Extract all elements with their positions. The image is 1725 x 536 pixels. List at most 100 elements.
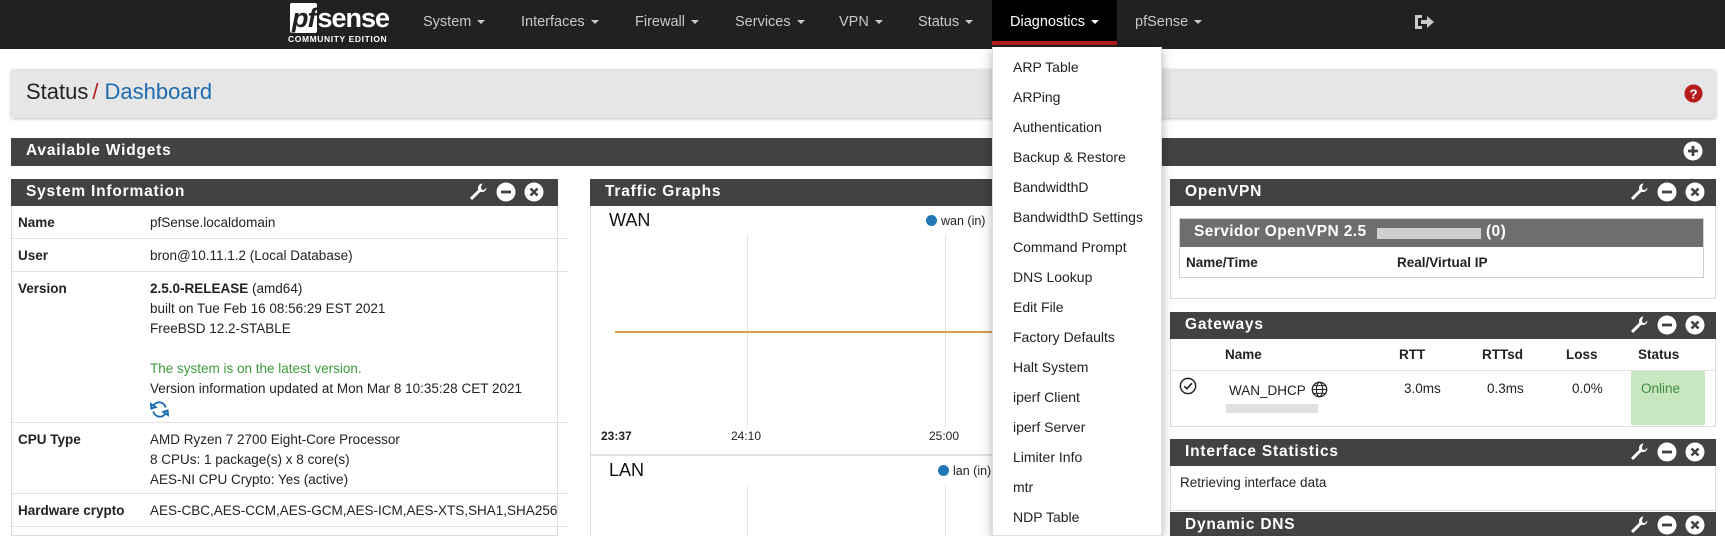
- menu-item-mtr[interactable]: mtr: [1013, 479, 1033, 495]
- logo-pf: pf: [290, 3, 318, 33]
- breadcrumb-page[interactable]: Dashboard: [105, 79, 213, 104]
- minimize-icon[interactable]: [1657, 442, 1677, 462]
- nav-system[interactable]: System: [423, 0, 486, 45]
- menu-item-authentication[interactable]: Authentication: [1013, 119, 1102, 135]
- nav-status-label: Status: [918, 14, 960, 30]
- minimize-icon[interactable]: [496, 182, 516, 202]
- system-info-controls: [464, 182, 544, 203]
- caret-down-icon: [796, 20, 805, 25]
- gateway-rttsd: 0.3ms: [1487, 381, 1524, 396]
- menu-item-iperf-client[interactable]: iperf Client: [1013, 389, 1080, 405]
- traffic-graphs-title: Traffic Graphs: [605, 183, 722, 200]
- legend-dot-icon: [938, 465, 949, 476]
- x-tick-label: 23:37: [601, 429, 632, 443]
- nav-diagnostics[interactable]: Diagnostics: [992, 0, 1117, 45]
- minimize-icon[interactable]: [1657, 182, 1677, 202]
- caret-down-icon: [690, 20, 699, 25]
- interface-stats-message: Retrieving interface data: [1180, 475, 1327, 490]
- wrench-icon[interactable]: [1629, 515, 1649, 535]
- page-title: Status / Dashboard: [26, 79, 212, 105]
- nav-services[interactable]: Services: [735, 0, 805, 45]
- cpu-model: AMD Ryzen 7 2700 Eight-Core Processor: [150, 432, 400, 447]
- nav-pfsense[interactable]: pfSense: [1135, 0, 1203, 45]
- nav-firewall[interactable]: Firewall: [635, 0, 699, 45]
- caret-down-icon: [1090, 20, 1099, 25]
- gateways-controls: [1625, 315, 1705, 336]
- menu-item-limiter-info[interactable]: Limiter Info: [1013, 449, 1082, 465]
- version-value: 2.5.0-RELEASE (amd64) built on Tue Feb 1…: [149, 279, 522, 425]
- caret-down-icon: [874, 20, 883, 25]
- menu-item-backup-restore[interactable]: Backup & Restore: [1013, 149, 1126, 165]
- menu-item-bandwidthd-settings[interactable]: BandwidthD Settings: [1013, 209, 1143, 225]
- wan-legend[interactable]: wan (in): [926, 214, 985, 228]
- wrench-icon[interactable]: [1629, 182, 1649, 202]
- menu-item-command-prompt[interactable]: Command Prompt: [1013, 239, 1127, 255]
- wan-graph-title: WAN: [609, 210, 651, 230]
- refresh-icon[interactable]: [149, 400, 170, 419]
- svg-text:?: ?: [1689, 86, 1697, 101]
- nav-status[interactable]: Status: [918, 0, 974, 45]
- gateway-name-label: WAN_DHCP: [1229, 383, 1306, 398]
- gateways-title: Gateways: [1185, 316, 1264, 333]
- menu-item-iperf-server[interactable]: iperf Server: [1013, 419, 1085, 435]
- interface-stats-header: Interface Statistics: [1170, 439, 1716, 466]
- breadcrumb-section[interactable]: Status: [26, 79, 88, 104]
- nav-interfaces[interactable]: Interfaces: [521, 0, 599, 45]
- menu-item-arping[interactable]: ARPing: [1013, 89, 1060, 105]
- table-row: CPU Type AMD Ryzen 7 2700 Eight-Core Pro…: [12, 423, 568, 494]
- table-row: Hardware crypto AES-CBC,AES-CCM,AES-GCM,…: [12, 494, 568, 527]
- pfsense-logo[interactable]: pfsense COMMUNITY EDITION: [288, 3, 396, 45]
- dynamic-dns-controls: [1625, 515, 1705, 536]
- wrench-icon[interactable]: [1629, 315, 1649, 335]
- redacted-bar: [1377, 228, 1481, 239]
- close-icon[interactable]: [1685, 182, 1705, 202]
- row-value: AMD Ryzen 7 2700 Eight-Core Processor 8 …: [150, 430, 400, 490]
- menu-item-edit-file[interactable]: Edit File: [1013, 299, 1064, 315]
- close-icon[interactable]: [1685, 515, 1705, 535]
- interface-stats-controls: [1625, 442, 1705, 463]
- column-header-name-time: Name/Time: [1186, 255, 1258, 270]
- close-icon[interactable]: [524, 182, 544, 202]
- nav-vpn[interactable]: VPN: [839, 0, 883, 45]
- traffic-graphs-header: Traffic Graphs: [590, 179, 1000, 206]
- wrench-icon[interactable]: [1629, 442, 1649, 462]
- add-widget-icon[interactable]: [1683, 141, 1703, 161]
- wan-legend-label: wan (in): [941, 214, 986, 228]
- table-row: Name pfSense.localdomain: [12, 206, 568, 239]
- x-tick-label: 24:10: [731, 429, 762, 443]
- menu-item-bandwidthd[interactable]: BandwidthD: [1013, 179, 1089, 195]
- close-icon[interactable]: [1685, 442, 1705, 462]
- openvpn-header: OpenVPN: [1170, 179, 1716, 206]
- check-circle-icon: [1179, 377, 1197, 395]
- wan-graph: WAN wan (in) 23:37 24:10 25:00: [591, 206, 993, 454]
- logo-tagline: COMMUNITY EDITION: [288, 34, 388, 44]
- row-label: User: [18, 248, 49, 263]
- menu-item-dns-lookup[interactable]: DNS Lookup: [1013, 269, 1092, 285]
- minimize-icon[interactable]: [1657, 515, 1677, 535]
- breadcrumb: Status / Dashboard ?: [11, 69, 1716, 118]
- cpu-crypto: AES-NI CPU Crypto: Yes (active): [150, 472, 349, 487]
- lan-legend[interactable]: lan (in): [938, 464, 991, 478]
- breadcrumb-separator: /: [92, 79, 99, 104]
- gateway-name: WAN_DHCP: [1229, 381, 1328, 398]
- menu-item-factory-defaults[interactable]: Factory Defaults: [1013, 329, 1115, 345]
- close-icon[interactable]: [1685, 315, 1705, 335]
- nav-vpn-label: VPN: [839, 14, 869, 30]
- grid-line: [747, 486, 748, 536]
- available-widgets-title: Available Widgets: [26, 142, 172, 159]
- grid-line: [945, 486, 946, 536]
- row-value: pfSense.localdomain: [150, 215, 276, 230]
- gateway-loss: 0.0%: [1572, 381, 1603, 396]
- minimize-icon[interactable]: [1657, 315, 1677, 335]
- menu-item-ndp-table[interactable]: NDP Table: [1013, 509, 1079, 525]
- wrench-icon[interactable]: [468, 182, 488, 202]
- menu-item-halt-system[interactable]: Halt System: [1013, 359, 1088, 375]
- system-info-body: Name pfSense.localdomain User bron@10.11…: [11, 206, 568, 536]
- version-updated-at: Version information updated at Mon Mar 8…: [150, 381, 522, 396]
- help-icon[interactable]: ?: [1684, 84, 1703, 103]
- logout-icon[interactable]: [1413, 12, 1435, 32]
- version-arch: (amd64): [248, 281, 303, 296]
- system-info-header: System Information: [11, 179, 558, 206]
- menu-item-arp-table[interactable]: ARP Table: [1013, 59, 1079, 75]
- x-tick-label: 25:00: [929, 429, 960, 443]
